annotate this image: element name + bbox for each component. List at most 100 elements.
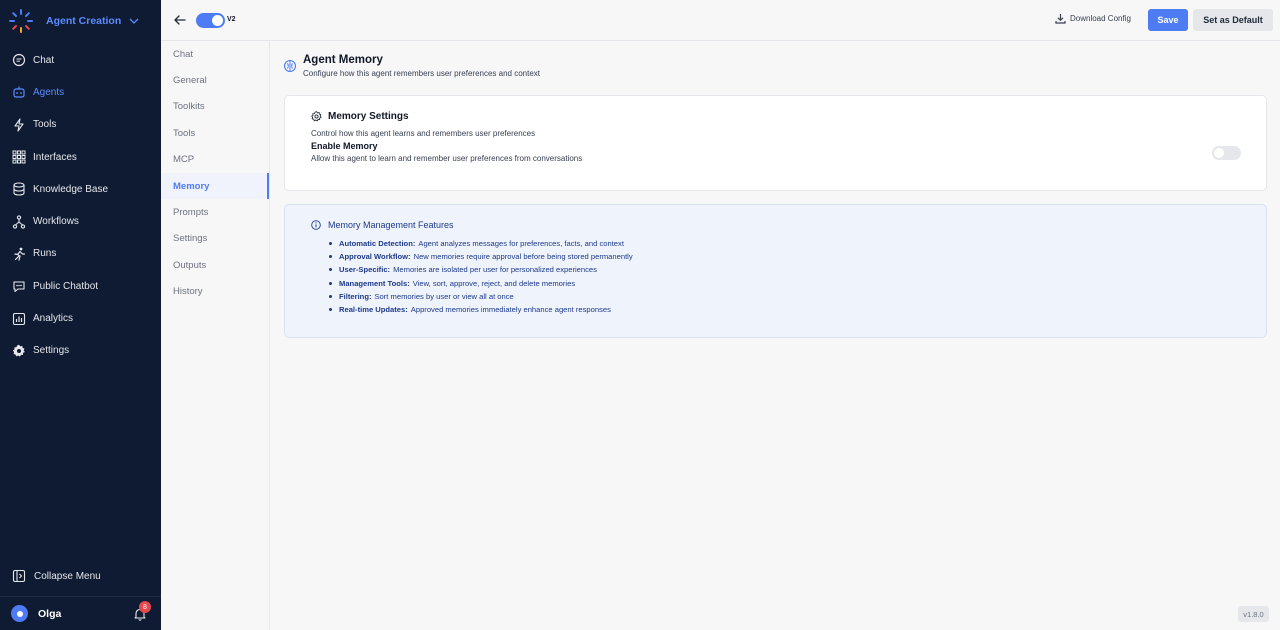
subnav-item-memory[interactable]: Memory [161, 172, 269, 200]
brand-logo-icon [9, 9, 33, 33]
feature-text: Agent analyzes messages for preferences,… [418, 239, 624, 249]
brand-header[interactable]: Agent Creation [0, 0, 161, 42]
feature-text: New memories require approval before bei… [413, 252, 633, 262]
download-config-label: Download Config [1070, 14, 1131, 23]
avatar[interactable] [11, 605, 28, 622]
gear-icon [12, 344, 26, 358]
feature-name: Filtering: [339, 291, 372, 301]
version-label: V2 [227, 16, 236, 23]
sidebar-item-label: Runs [33, 248, 57, 260]
grid-icon [12, 150, 26, 164]
sidebar-item-chat[interactable]: Chat [0, 44, 161, 76]
chat-icon [12, 53, 26, 67]
set-as-default-button[interactable]: Set as Default [1193, 9, 1273, 31]
top-bar: V2 Download Config Save Set as Default [161, 0, 1280, 41]
subnav-item-settings[interactable]: Settings [161, 226, 269, 252]
sidebar-item-label: Interfaces [33, 151, 77, 163]
settings-gear-icon [311, 111, 322, 122]
subnav-item-general[interactable]: General [161, 67, 269, 93]
sidebar-item-analytics[interactable]: Analytics [0, 302, 161, 334]
sidebar-item-label: Analytics [33, 313, 74, 325]
robot-icon [12, 85, 26, 99]
sidebar-nav: Chat Agents Tools Interfaces Knowledge B… [0, 44, 161, 367]
version-toggle[interactable] [196, 13, 225, 28]
sidebar-item-agents[interactable]: Agents [0, 76, 161, 108]
list-item: Approval Workflow: New memories require a… [329, 250, 633, 263]
save-button[interactable]: Save [1148, 9, 1188, 31]
main-content: Agent Memory Configure how this agent re… [270, 41, 1280, 630]
brain-icon [283, 59, 297, 73]
notification-badge: 8 [139, 601, 151, 613]
card-title: Memory Settings [328, 111, 409, 122]
enable-memory-toggle[interactable] [1212, 146, 1241, 160]
feature-name: Automatic Detection: [339, 239, 416, 249]
feature-name: Approval Workflow: [339, 252, 411, 262]
feature-text: Memories are isolated per user for perso… [393, 265, 597, 275]
sidebar-item-interfaces[interactable]: Interfaces [0, 141, 161, 173]
page-title: Agent Memory [303, 54, 383, 66]
info-card-title: Memory Management Features [328, 220, 454, 230]
info-icon [311, 220, 321, 230]
card-header: Memory Settings [311, 111, 409, 122]
analytics-icon [12, 312, 26, 326]
list-item: Automatic Detection: Agent analyzes messa… [329, 237, 633, 250]
workflow-icon [12, 214, 26, 229]
agent-settings-subnav: Chat General Toolkits Tools MCP Memory P… [161, 41, 270, 630]
sidebar-item-label: Public Chatbot [33, 280, 99, 292]
feature-list: Automatic Detection: Agent analyzes messa… [329, 237, 633, 316]
feature-text: Sort memories by user or view all at onc… [374, 291, 514, 301]
feature-name: Management Tools: [339, 278, 410, 288]
bolt-icon [12, 118, 26, 132]
sidebar-item-label: Agents [33, 86, 65, 98]
user-profile[interactable]: Olga 8 [0, 596, 161, 630]
enable-memory-description: Allow this agent to learn and remember u… [311, 154, 583, 163]
card-description: Control how this agent learns and rememb… [311, 129, 536, 138]
sidebar-item-label: Chat [33, 54, 55, 66]
subnav-item-history[interactable]: History [161, 279, 269, 305]
feature-name: Real-time Updates: [339, 305, 408, 315]
sidebar-item-tools[interactable]: Tools [0, 109, 161, 141]
feature-name: User-Specific: [339, 265, 391, 275]
chevron-down-icon[interactable] [129, 16, 139, 26]
page-description: Configure how this agent remembers user … [303, 69, 541, 78]
feature-text: Approved memories immediately enhance ag… [410, 305, 611, 315]
feature-text: View, sort, approve, reject, and delete … [412, 278, 576, 288]
app-version-badge: v1.8.0 [1238, 606, 1269, 622]
download-config-button[interactable]: Download Config [1055, 13, 1131, 24]
sidebar-item-label: Workflows [33, 216, 79, 228]
chatbot-icon [12, 279, 26, 293]
sidebar-item-label: Tools [33, 119, 57, 131]
subnav-item-toolkits[interactable]: Toolkits [161, 94, 269, 120]
sidebar-item-label: Knowledge Base [33, 183, 109, 195]
subnav-item-prompts[interactable]: Prompts [161, 199, 269, 225]
subnav-item-mcp[interactable]: MCP [161, 147, 269, 173]
collapse-menu-label: Collapse Menu [34, 570, 101, 582]
brand-title: Agent Creation [46, 15, 122, 27]
list-item: User-Specific: Memories are isolated per … [329, 263, 633, 276]
memory-settings-card: Memory Settings Control how this agent l… [284, 95, 1267, 191]
enable-memory-label: Enable Memory [311, 141, 378, 151]
collapse-menu-button[interactable]: Collapse Menu [0, 561, 161, 591]
sidebar-item-knowledge-base[interactable]: Knowledge Base [0, 173, 161, 205]
subnav-item-outputs[interactable]: Outputs [161, 252, 269, 278]
subnav-item-tools[interactable]: Tools [161, 120, 269, 146]
list-item: Management Tools: View, sort, approve, re… [329, 277, 633, 290]
runner-icon [12, 247, 26, 261]
main-sidebar: Agent Creation Chat Agents Tools Interfa… [0, 0, 161, 630]
sidebar-collapse-icon [12, 569, 26, 583]
download-icon [1055, 14, 1066, 24]
sidebar-item-settings[interactable]: Settings [0, 335, 161, 367]
sidebar-item-public-chatbot[interactable]: Public Chatbot [0, 270, 161, 302]
list-item: Filtering: Sort memories by user or view … [329, 290, 633, 303]
back-arrow-icon[interactable] [173, 13, 187, 27]
subnav-item-chat[interactable]: Chat [161, 41, 269, 67]
info-card-header: Memory Management Features [311, 220, 454, 230]
database-icon [12, 182, 26, 196]
sidebar-item-runs[interactable]: Runs [0, 238, 161, 270]
sidebar-item-workflows[interactable]: Workflows [0, 205, 161, 237]
user-name: Olga [38, 607, 62, 620]
memory-features-card: Memory Management Features Automatic Det… [284, 204, 1267, 338]
section-header: Agent Memory Configure how this agent re… [283, 54, 540, 78]
list-item: Real-time Updates: Approved memories imme… [329, 303, 633, 316]
sidebar-item-label: Settings [33, 345, 70, 357]
